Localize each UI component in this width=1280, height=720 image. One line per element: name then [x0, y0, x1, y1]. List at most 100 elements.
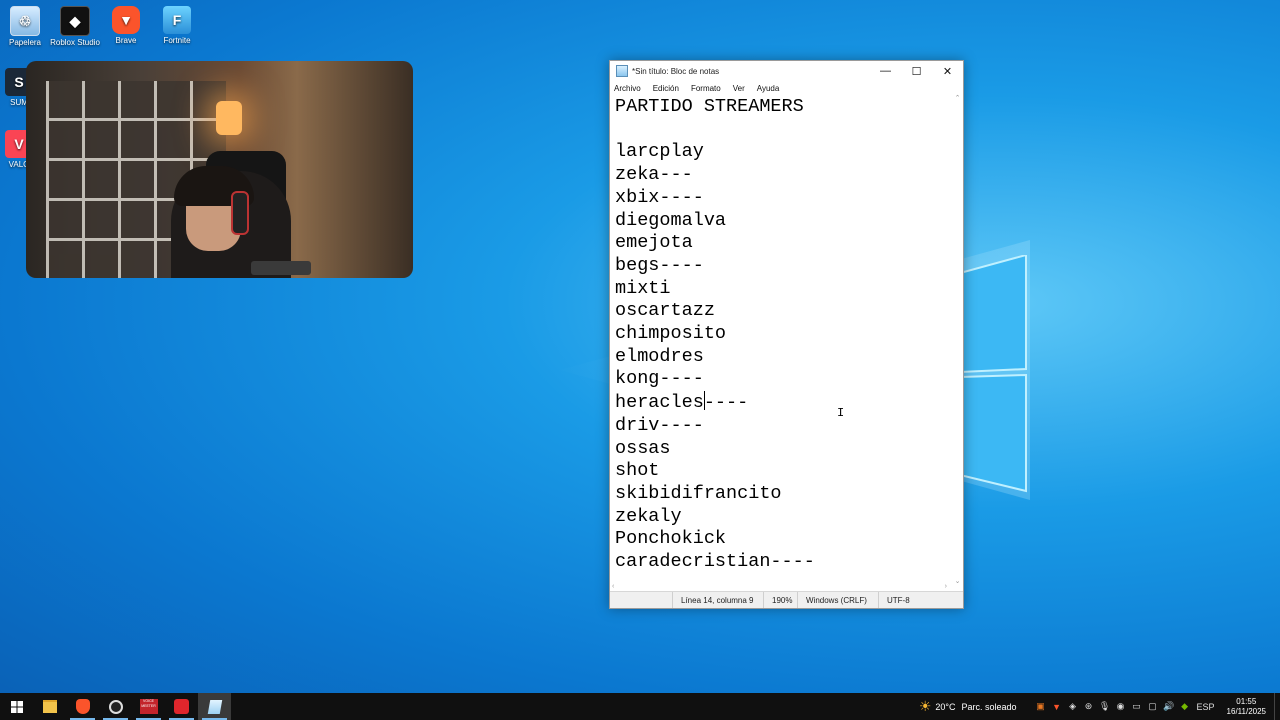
clock-time: 01:55: [1236, 696, 1257, 706]
close-icon: ✕: [942, 65, 953, 78]
taskbar-brave[interactable]: [66, 693, 99, 720]
document-text: PARTIDO STREAMERS larcplay zeka--- xbix---…: [615, 96, 815, 574]
taskbar-file-explorer[interactable]: [33, 693, 66, 720]
roblox-studio-icon: ◆: [60, 6, 90, 36]
voicemeeter-icon: VOICE MEETER: [139, 699, 158, 714]
weather-temp: 20°C: [935, 701, 956, 712]
text-line: zekaly: [615, 505, 682, 527]
taskbar-obs[interactable]: [99, 693, 132, 720]
text-line: elmodres: [615, 345, 704, 367]
windows-logo-wallpaper: [960, 255, 1027, 493]
text-after-caret: ----: [703, 392, 749, 414]
monitor-icon: ▢: [1148, 701, 1157, 711]
clock[interactable]: 01:55 16/11/2025: [1219, 697, 1274, 717]
close-button[interactable]: ✕: [932, 61, 963, 81]
text-line: diegomalva: [615, 209, 727, 231]
discord-icon: ◉: [1116, 701, 1125, 711]
text-line: [615, 119, 815, 142]
scroll-up-icon[interactable]: ⌃: [954, 95, 961, 102]
status-line-ending: Windows (CRLF): [797, 592, 878, 608]
desktop-icon-label: Brave: [115, 36, 137, 45]
status-encoding: UTF-8: [878, 592, 918, 608]
fortnite-icon: F: [163, 6, 191, 34]
text-before-caret: heracles: [615, 392, 704, 414]
shield-icon: ◈: [1069, 701, 1076, 711]
notepad-window[interactable]: *Sin título: Bloc de notas — ☐ ✕ Archivo…: [609, 60, 964, 609]
status-zoom: 190%: [763, 592, 797, 608]
desktop-icon-fortnite[interactable]: F Fortnite: [148, 6, 206, 46]
text-line: xbix----: [615, 186, 704, 208]
text-cursor-ibeam-icon: I: [837, 406, 845, 420]
horizontal-scrollbar[interactable]: ‹ ›: [610, 583, 951, 591]
scroll-down-icon[interactable]: ⌄: [954, 578, 961, 585]
text-editor-area[interactable]: PARTIDO STREAMERS larcplay zeka--- xbix---…: [610, 95, 951, 609]
weather-sun-icon: ☀: [918, 698, 932, 714]
tray-app-icon[interactable]: ▣: [1033, 693, 1049, 720]
brave-icon: [75, 699, 90, 714]
language-indicator[interactable]: ESP: [1193, 693, 1219, 720]
desktop-icon-label: Papelera: [8, 38, 42, 47]
scroll-right-icon[interactable]: ›: [945, 583, 947, 590]
show-desktop-button[interactable]: [1274, 693, 1280, 720]
brave-icon: ▼: [112, 6, 140, 34]
webcam-overlay: [26, 61, 413, 278]
maximize-button[interactable]: ☐: [901, 61, 932, 81]
scroll-left-icon[interactable]: ‹: [612, 583, 614, 590]
tray-app-icon[interactable]: ◈: [1065, 693, 1081, 720]
text-line: oscartazz: [615, 300, 715, 322]
start-icon: [10, 700, 23, 713]
taskbar-notepad[interactable]: [198, 693, 231, 720]
recycle-bin-icon: ♲: [10, 6, 40, 36]
taskbar-voicemeeter[interactable]: VOICE MEETER: [132, 693, 165, 720]
desktop-icon-brave[interactable]: ▼ Brave: [97, 6, 155, 46]
text-line: caradecristian----: [615, 551, 815, 573]
vertical-scrollbar[interactable]: ⌃ ⌄: [952, 95, 963, 585]
menu-archivo[interactable]: Archivo: [614, 84, 641, 93]
text-line: begs----: [615, 254, 704, 276]
tray-app-icon[interactable]: ⊛: [1081, 693, 1097, 720]
menu-edicion[interactable]: Edición: [653, 84, 679, 93]
text-line: ossas: [615, 437, 671, 459]
tray-app-icon[interactable]: ▼: [1049, 693, 1065, 720]
lamp: [216, 101, 242, 135]
nvidia-icon: ◆: [1181, 701, 1188, 711]
headset: [231, 191, 249, 235]
text-line: PARTIDO STREAMERS: [615, 96, 804, 117]
tray-app-icon[interactable]: ◆: [1177, 693, 1193, 720]
weather-desc: Parc. soleado: [961, 701, 1017, 712]
text-line: skibidifrancito: [615, 482, 782, 504]
text-line: kong----: [615, 368, 704, 390]
menu-formato[interactable]: Formato: [691, 84, 721, 93]
tray-app-icon[interactable]: ▭: [1129, 693, 1145, 720]
system-tray: ☀ 20°C Parc. soleado ▣ ▼ ◈ ⊛ 🎙 ◉ ▭ ▢ 🔊 ◆…: [919, 693, 1280, 720]
tray-app-icon[interactable]: ◉: [1113, 693, 1129, 720]
microphone-icon: 🎙: [1098, 701, 1111, 711]
notepad-icon: [207, 699, 222, 714]
minimize-button[interactable]: —: [870, 61, 901, 81]
menu-bar: Archivo Edición Formato Ver Ayuda: [610, 81, 963, 95]
notepad-title-bar[interactable]: *Sin título: Bloc de notas — ☐ ✕: [610, 61, 963, 81]
desktop-icon-label: Fortnite: [163, 36, 191, 45]
desktop-icon-roblox-studio[interactable]: ◆ Roblox Studio: [46, 6, 104, 48]
text-line: driv----: [615, 414, 704, 436]
text-line-with-caret: heracles----: [615, 391, 815, 415]
taskbar-streamlabs[interactable]: [165, 693, 198, 720]
volume-icon: 🔊: [1162, 701, 1175, 711]
taskbar: VOICE MEETER ☀ 20°C Parc. soleado ▣ ▼ ◈ …: [0, 693, 1280, 720]
steam-icon: ⊛: [1084, 701, 1093, 711]
menu-ver[interactable]: Ver: [733, 84, 745, 93]
start-button[interactable]: [0, 693, 33, 720]
window-title: *Sin título: Bloc de notas: [632, 66, 720, 76]
tray-app-icon[interactable]: 🎙: [1097, 693, 1113, 720]
text-line: larcplay: [615, 141, 704, 163]
folder-icon: ▣: [1036, 701, 1045, 711]
network-icon: ▭: [1132, 701, 1141, 711]
microphone: [251, 261, 311, 275]
text-line: mixti: [615, 277, 671, 299]
text-line: chimposito: [615, 323, 727, 345]
tray-app-icon[interactable]: ▢: [1145, 693, 1161, 720]
weather-widget[interactable]: ☀ 20°C Parc. soleado: [919, 698, 1017, 715]
tray-app-icon[interactable]: 🔊: [1161, 693, 1177, 720]
obs-icon: [108, 699, 123, 714]
menu-ayuda[interactable]: Ayuda: [757, 84, 780, 93]
